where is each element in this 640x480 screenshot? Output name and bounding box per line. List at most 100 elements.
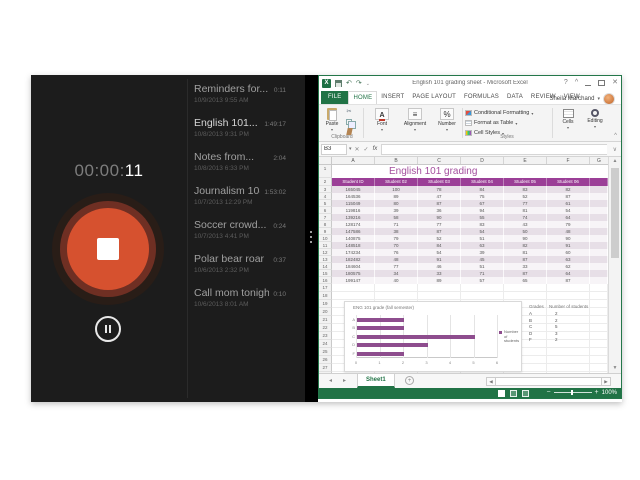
restore-button[interactable] — [598, 80, 605, 86]
grid-cell[interactable]: 77 — [504, 200, 547, 207]
select-all-corner[interactable] — [319, 157, 332, 164]
grid-cell[interactable] — [332, 292, 375, 300]
grid-cell[interactable] — [590, 214, 608, 221]
customize-qat-dropdown[interactable]: ⌄ — [366, 81, 370, 87]
grid-cell[interactable]: 48 — [375, 256, 418, 263]
grid-cell[interactable]: 83 — [461, 221, 504, 228]
cancel-icon[interactable]: ✕ — [355, 146, 360, 153]
grid-cell[interactable]: 87 — [547, 193, 590, 200]
grid-cell[interactable]: 87 — [504, 256, 547, 263]
grid-cell[interactable]: 46 — [418, 263, 461, 270]
grid-cell[interactable]: 54 — [418, 249, 461, 256]
add-sheet-button[interactable]: + — [405, 376, 414, 385]
row-header[interactable]: 2 — [319, 178, 332, 186]
grid-cell[interactable] — [418, 284, 461, 292]
enter-icon[interactable]: ✓ — [364, 146, 369, 153]
row-header[interactable]: 10 — [319, 235, 332, 242]
grid-cell[interactable]: 39 — [375, 207, 418, 214]
formula-input[interactable] — [381, 144, 607, 155]
recording-item[interactable]: English 101...1:49:1710/8/2013 9:31 PM — [194, 117, 286, 139]
grid-cell[interactable]: 38 — [375, 228, 418, 235]
grid-cell[interactable]: 63 — [547, 256, 590, 263]
grid-cell[interactable] — [504, 284, 547, 292]
grid-cell[interactable]: 148518 — [332, 242, 375, 249]
grid-cell[interactable]: 81 — [504, 207, 547, 214]
row-header[interactable]: 21 — [319, 316, 332, 324]
row-header[interactable]: 5 — [319, 200, 332, 207]
grid-cell[interactable] — [547, 356, 590, 364]
grid-cell[interactable]: 40 — [375, 277, 418, 284]
row-header[interactable]: 9 — [319, 228, 332, 235]
column-header-e[interactable]: E — [504, 157, 547, 164]
previous-sheet-icon[interactable]: ◂ — [329, 377, 332, 384]
grid-cell[interactable]: 84 — [418, 242, 461, 249]
row-header[interactable]: 16 — [319, 277, 332, 284]
row-header[interactable]: 25 — [319, 348, 332, 356]
tab-data[interactable]: DATA — [503, 91, 527, 104]
grid-cell[interactable] — [590, 284, 608, 292]
grid-cell[interactable]: 78 — [418, 186, 461, 193]
row-header[interactable]: 6 — [319, 207, 332, 214]
grid-cell[interactable] — [590, 364, 608, 372]
zoom-slider[interactable] — [554, 392, 592, 393]
name-box[interactable] — [321, 144, 347, 155]
row-header[interactable]: 7 — [319, 214, 332, 221]
grid-cell[interactable]: 39 — [461, 249, 504, 256]
grid-cell[interactable] — [590, 165, 608, 178]
grid-cell[interactable] — [590, 356, 608, 364]
grid-cell[interactable]: 83 — [504, 186, 547, 193]
grid-cell[interactable] — [547, 165, 590, 178]
grid-cell[interactable]: 63 — [461, 242, 504, 249]
row-header[interactable]: 13 — [319, 256, 332, 263]
grid-cell[interactable]: 54 — [547, 207, 590, 214]
row-header[interactable]: 23 — [319, 332, 332, 340]
row-header[interactable]: 11 — [319, 242, 332, 249]
close-button[interactable]: ✕ — [612, 78, 618, 88]
grid-cell-header[interactable]: Student 03 — [418, 178, 461, 186]
format-as-table-button[interactable]: Format as Table ▾ — [465, 118, 517, 128]
row-header[interactable]: 14 — [319, 263, 332, 270]
grid-cell[interactable] — [547, 292, 590, 300]
next-sheet-icon[interactable]: ▸ — [343, 377, 346, 384]
scroll-up-icon[interactable]: ▲ — [609, 157, 621, 166]
row-header[interactable]: 3 — [319, 186, 332, 193]
grid-cell[interactable]: 57 — [461, 277, 504, 284]
grid-cell[interactable]: 45 — [461, 256, 504, 263]
zoom-in-button[interactable]: + — [595, 389, 599, 396]
grid-cell[interactable]: 139216 — [332, 214, 375, 221]
grid-cell[interactable]: 82 — [547, 186, 590, 193]
alignment-group-button[interactable]: ≡ Alignment ▾ — [399, 108, 431, 133]
editing-group-button[interactable]: Editing ▾ — [583, 108, 607, 130]
grid-cell[interactable]: 89 — [418, 277, 461, 284]
grid-cell[interactable] — [547, 364, 590, 372]
recording-item[interactable]: Soccer crowd...0:2410/7/2013 4:41 PM — [194, 219, 286, 241]
row-header[interactable]: 19 — [319, 300, 332, 308]
grid-cell[interactable]: 82 — [504, 242, 547, 249]
grid-cell[interactable] — [590, 249, 608, 256]
grid-cell[interactable]: 34 — [375, 270, 418, 277]
row-header[interactable]: 12 — [319, 249, 332, 256]
grid-cell[interactable]: 52 — [418, 235, 461, 242]
grid-cell[interactable]: 90 — [547, 235, 590, 242]
bar-chart[interactable]: ENG 101 grade (fall semester) Number of … — [344, 301, 522, 372]
cells-group-button[interactable]: Cells ▾ — [557, 108, 579, 131]
grid-cell[interactable]: 43 — [504, 221, 547, 228]
grid-cell[interactable] — [375, 284, 418, 292]
page-layout-view-button[interactable] — [510, 390, 517, 397]
grid-cell-header[interactable]: Student 04 — [461, 178, 504, 186]
recording-item[interactable]: Call mom tonight0:1010/6/2013 8:01 AM — [194, 287, 286, 309]
grid-cell[interactable] — [504, 165, 547, 178]
grid-cell[interactable]: 61 — [547, 200, 590, 207]
stop-recording-button[interactable] — [52, 193, 164, 305]
grid-cell[interactable]: 91 — [418, 256, 461, 263]
column-header-f[interactable]: F — [547, 157, 590, 164]
grid-cell[interactable]: 89 — [375, 193, 418, 200]
grid-cell[interactable]: 90 — [418, 214, 461, 221]
recording-item[interactable]: Polar bear roar0:3710/6/2013 2:32 PM — [194, 253, 286, 275]
insert-function-icon[interactable]: fx — [373, 146, 378, 152]
grid-cell[interactable]: 76 — [375, 249, 418, 256]
row-header[interactable]: 24 — [319, 340, 332, 348]
grid-cell[interactable]: 64 — [547, 214, 590, 221]
hscrollbar-track[interactable] — [496, 377, 601, 386]
grid-cell[interactable]: 90 — [504, 235, 547, 242]
